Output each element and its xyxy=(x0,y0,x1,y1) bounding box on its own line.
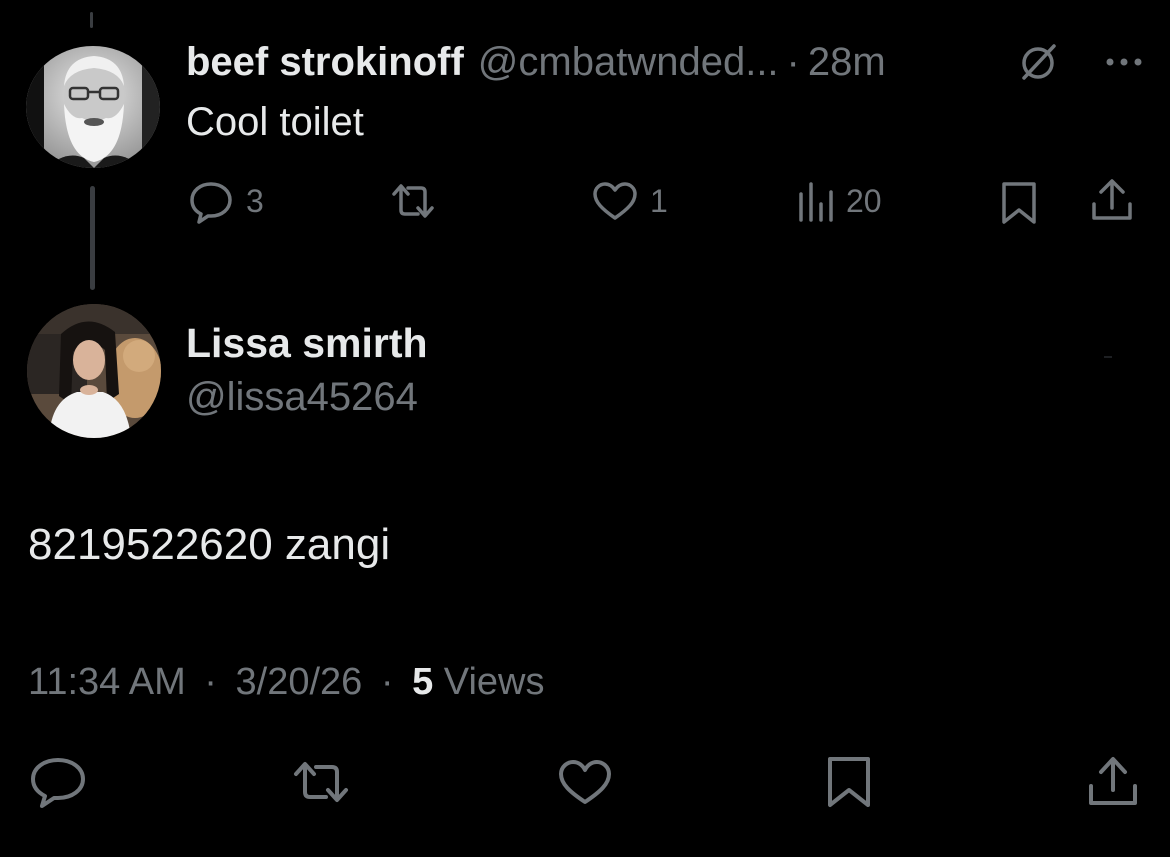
separator-dot: · xyxy=(380,661,394,703)
retweet-icon xyxy=(288,754,354,810)
bookmark-action[interactable] xyxy=(994,178,1044,228)
views-icon xyxy=(796,176,836,226)
bookmark-icon xyxy=(994,178,1044,228)
display-name[interactable]: beef strokinoff xyxy=(186,38,464,86)
like-button[interactable] xyxy=(556,754,614,815)
reply-action[interactable]: 3 xyxy=(186,176,264,226)
views-label[interactable]: Views xyxy=(444,661,545,703)
tweet-thread-view: beef strokinoff @cmbatwnded... · 28m Coo… xyxy=(0,0,1170,857)
reply-display-name[interactable]: Lissa smirth xyxy=(186,318,428,368)
separator-dot: · xyxy=(204,661,217,703)
retweet-button[interactable] xyxy=(288,754,354,815)
tweet-header: beef strokinoff @cmbatwnded... · 28m xyxy=(186,38,886,86)
tweet-date[interactable]: 3/20/26 xyxy=(236,661,363,703)
views-count: 20 xyxy=(846,182,882,219)
reply-user-handle[interactable]: @lissa45264 xyxy=(186,372,418,422)
avatar[interactable] xyxy=(26,46,160,168)
reply-icon xyxy=(28,754,88,810)
thread-connector xyxy=(90,186,95,290)
reply-text: 8219522620 zangi xyxy=(28,520,391,569)
more-icon[interactable] xyxy=(1100,38,1148,86)
retweet-icon xyxy=(386,176,440,226)
reply-button[interactable] xyxy=(28,754,88,815)
bookmark-button[interactable] xyxy=(822,754,876,815)
tweet-header-actions xyxy=(1014,38,1148,86)
bookmark-icon xyxy=(822,754,876,810)
share-icon xyxy=(1086,176,1138,226)
tweet-meta: 11:34 AM · 3/20/26 · 5 Views xyxy=(28,658,544,706)
divider xyxy=(1104,356,1112,358)
like-count: 1 xyxy=(650,182,668,219)
user-handle[interactable]: @cmbatwnded... xyxy=(478,38,779,86)
like-icon xyxy=(556,754,614,810)
share-button[interactable] xyxy=(1084,754,1142,815)
tweet-text: Cool toilet xyxy=(186,100,364,144)
reply-count: 3 xyxy=(246,182,264,219)
views-action[interactable]: 20 xyxy=(796,176,882,226)
grok-icon[interactable] xyxy=(1014,38,1062,86)
views-count: 5 xyxy=(412,661,434,703)
tweet-time[interactable]: 11:34 AM xyxy=(28,661,186,703)
like-action[interactable]: 1 xyxy=(590,176,668,226)
reply-icon xyxy=(186,176,236,226)
share-action[interactable] xyxy=(1086,176,1138,226)
tweet-time[interactable]: 28m xyxy=(808,38,886,86)
retweet-action[interactable] xyxy=(386,176,450,226)
like-icon xyxy=(590,176,640,226)
share-icon xyxy=(1084,754,1142,810)
thread-connector-top xyxy=(90,12,93,28)
avatar[interactable] xyxy=(27,304,161,438)
separator-dot: · xyxy=(786,40,800,84)
